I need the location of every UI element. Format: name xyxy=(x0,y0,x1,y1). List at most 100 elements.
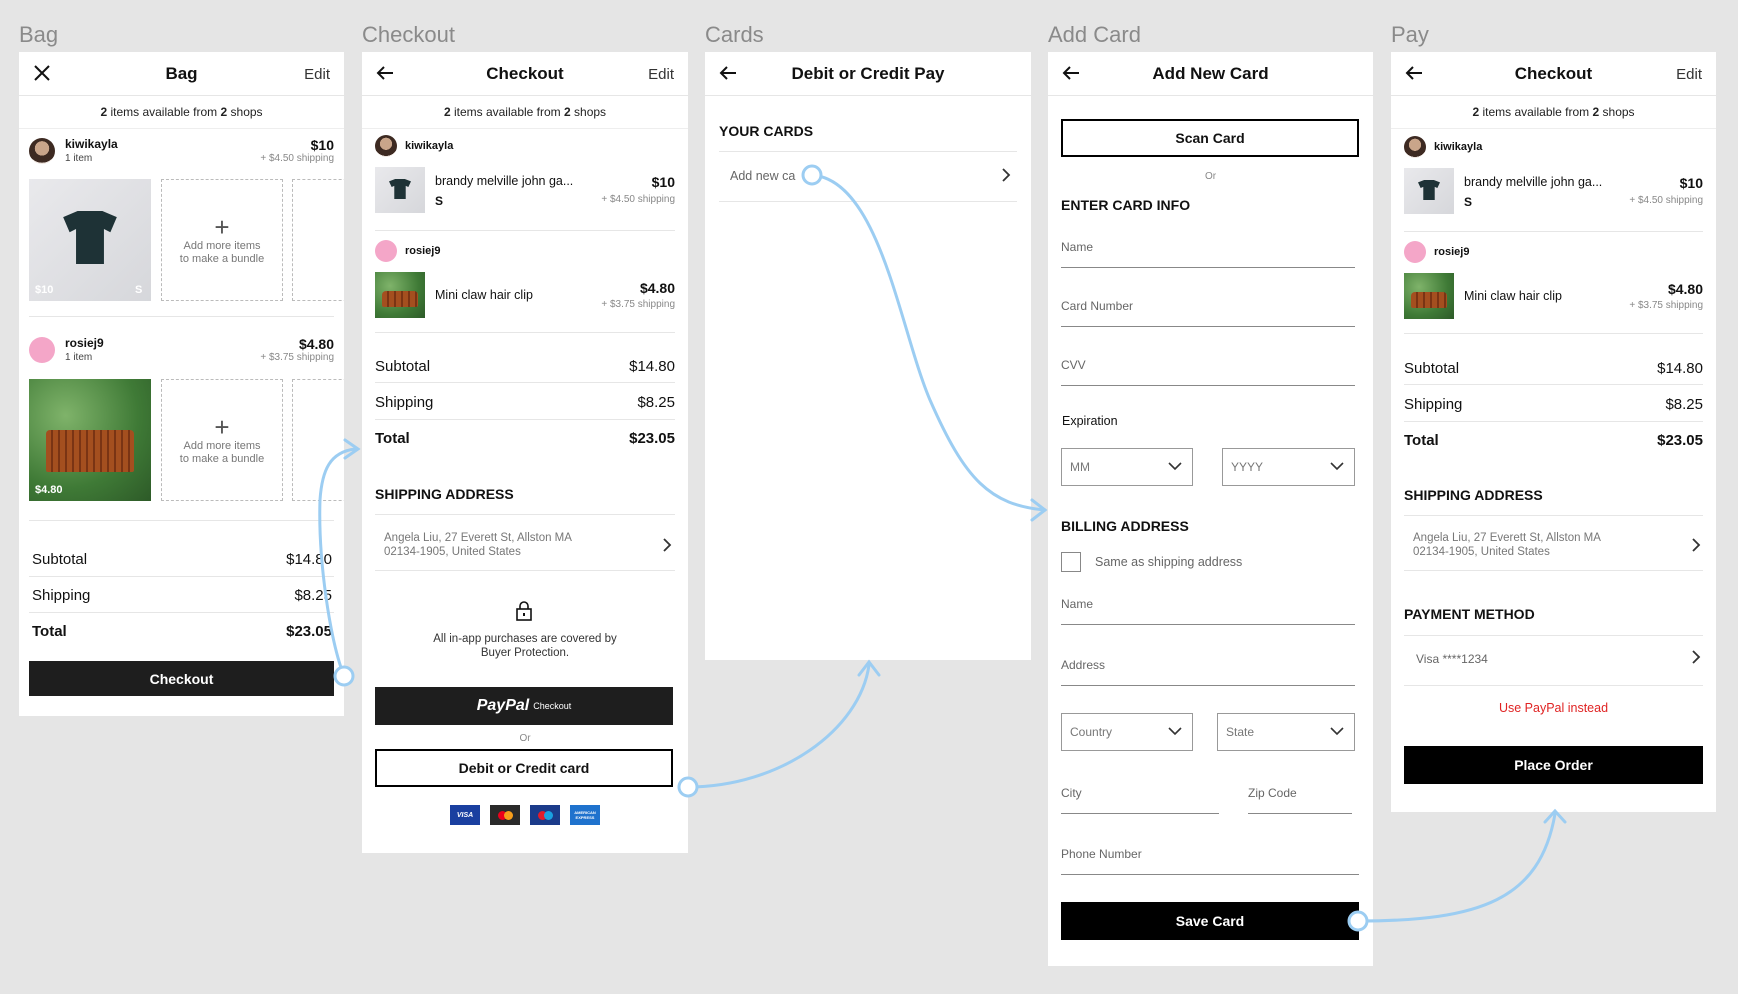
edit-button[interactable]: Edit xyxy=(1676,66,1702,83)
frame-label-cards: Cards xyxy=(705,22,764,47)
seller-name[interactable]: kiwikayla xyxy=(65,137,118,151)
seller-row: kiwikayla xyxy=(1404,136,1482,158)
item-shipping: + $4.50 shipping xyxy=(1629,195,1703,206)
chevron-right-icon[interactable] xyxy=(1001,167,1011,183)
cards-screen: Debit or Credit Pay YOUR CARDS Add new c… xyxy=(705,52,1031,660)
back-arrow-icon[interactable] xyxy=(717,62,739,84)
items-summary: 2 items available from 2 shops xyxy=(1391,96,1716,129)
phone-number-field[interactable]: Phone Number xyxy=(1061,847,1359,875)
checkout-button[interactable]: Checkout xyxy=(29,661,334,696)
item-price: $10 xyxy=(651,174,675,190)
bag-header: Bag Edit xyxy=(19,52,344,96)
same-as-shipping-checkbox[interactable] xyxy=(1061,552,1081,572)
zip-code-field[interactable]: Zip Code xyxy=(1248,786,1352,814)
place-order-button[interactable]: Place Order xyxy=(1404,746,1703,784)
edit-button[interactable]: Edit xyxy=(648,66,674,83)
chevron-down-icon xyxy=(1168,727,1182,736)
or-divider: Or xyxy=(1204,171,1217,182)
seller-name[interactable]: kiwikayla xyxy=(1434,141,1482,153)
total-row: Total $23.05 xyxy=(375,430,675,447)
item-shipping: + $3.75 shipping xyxy=(260,352,334,363)
debit-credit-card-button[interactable]: Debit or Credit card xyxy=(375,749,673,787)
payment-card-item[interactable]: Visa ****1234 xyxy=(1416,652,1488,666)
price-tag: $4.80 xyxy=(35,484,63,496)
product-image[interactable] xyxy=(29,179,151,301)
state-select[interactable]: State xyxy=(1217,713,1355,751)
items-summary: 2 items available from 2 shops xyxy=(362,96,688,129)
checkout-screen: Checkout Edit 2 items available from 2 s… xyxy=(362,52,688,853)
bag-screen: Bag Edit 2 items available from 2 shops … xyxy=(19,52,344,716)
flow-arrow-addcard-to-pay xyxy=(1356,812,1557,923)
chevron-down-icon xyxy=(1330,462,1344,471)
cards-header: Debit or Credit Pay xyxy=(705,52,1031,96)
seller-name[interactable]: rosiej9 xyxy=(1434,246,1469,258)
close-icon[interactable] xyxy=(31,62,53,84)
add-items-bundle-tile[interactable]: + Add more items to make a bundle xyxy=(161,379,283,501)
item-name: brandy melville john ga... xyxy=(1464,175,1603,189)
subtotal-row: Subtotal $14.80 xyxy=(32,551,332,568)
page-title: Debit or Credit Pay xyxy=(791,63,945,83)
add-card-screen: Add New Card Scan Card Or ENTER CARD INF… xyxy=(1048,52,1373,966)
seller-name[interactable]: rosiej9 xyxy=(65,336,104,350)
shop-group-kiwikayla: kiwikayla 1 item $10 + $4.50 shipping xyxy=(29,137,334,164)
back-arrow-icon[interactable] xyxy=(1403,62,1425,84)
billing-name-field[interactable]: Name xyxy=(1061,597,1355,625)
seller-name[interactable]: rosiej9 xyxy=(405,245,440,257)
expiration-label: Expiration xyxy=(1062,414,1118,428)
country-select[interactable]: Country xyxy=(1061,713,1193,751)
city-field[interactable]: City xyxy=(1061,786,1219,814)
edit-button[interactable]: Edit xyxy=(304,66,330,83)
mastercard-icon xyxy=(490,805,520,825)
card-name-field[interactable]: Name xyxy=(1061,240,1355,268)
shipping-address[interactable]: Angela Liu, 27 Everett St, Allston MA 021… xyxy=(1413,531,1601,559)
save-card-button[interactable]: Save Card xyxy=(1061,902,1359,940)
chevron-right-icon[interactable] xyxy=(662,537,672,553)
back-arrow-icon[interactable] xyxy=(374,62,396,84)
payment-method-title: PAYMENT METHOD xyxy=(1404,606,1535,622)
chevron-down-icon xyxy=(1168,462,1182,471)
item-shipping: + $4.50 shipping xyxy=(260,153,334,164)
cvv-field[interactable]: CVV xyxy=(1061,358,1355,386)
avatar xyxy=(375,240,397,262)
item-size: S xyxy=(1464,195,1473,209)
use-paypal-link[interactable]: Use PayPal instead xyxy=(1391,701,1716,715)
frame-label-add-card: Add Card xyxy=(1048,22,1141,47)
product-image[interactable] xyxy=(29,379,151,501)
product-thumbnail[interactable] xyxy=(1404,168,1454,214)
back-arrow-icon[interactable] xyxy=(1060,62,1082,84)
avatar xyxy=(1404,136,1426,158)
item-price: $10 xyxy=(310,137,334,153)
item-price: $4.80 xyxy=(639,280,675,296)
seller-name[interactable]: kiwikayla xyxy=(405,140,453,152)
page-title: Add New Card xyxy=(1152,63,1269,83)
chevron-right-icon[interactable] xyxy=(1691,649,1701,665)
product-thumbnail[interactable] xyxy=(1404,273,1454,319)
avatar xyxy=(29,137,55,164)
add-items-bundle-tile[interactable]: + Add more items to make a bundle xyxy=(161,179,283,301)
scan-card-button[interactable]: Scan Card xyxy=(1061,119,1359,157)
card-number-field[interactable]: Card Number xyxy=(1061,299,1355,327)
bundle-tile-partial xyxy=(292,379,344,501)
enter-card-info-title: ENTER CARD INFO xyxy=(1061,197,1191,213)
chevron-right-icon[interactable] xyxy=(1691,537,1701,553)
add-new-card-item[interactable]: Add new ca xyxy=(730,169,795,183)
your-cards-title: YOUR CARDS xyxy=(719,123,814,139)
item-size: S xyxy=(435,194,444,208)
month-select[interactable]: MM xyxy=(1061,448,1193,486)
year-select[interactable]: YYYY xyxy=(1222,448,1355,486)
avatar xyxy=(1404,241,1426,263)
shipping-address[interactable]: Angela Liu, 27 Everett St, Allston MA 021… xyxy=(384,531,572,559)
amex-icon: AMERICAN EXPRESS xyxy=(570,805,600,825)
paypal-checkout-button[interactable]: PayPal Checkout xyxy=(375,687,673,725)
product-thumbnail[interactable] xyxy=(375,167,425,213)
address-field[interactable]: Address xyxy=(1061,658,1355,686)
frame-label-checkout: Checkout xyxy=(362,22,455,47)
chevron-down-icon xyxy=(1330,727,1344,736)
page-title: Checkout xyxy=(486,63,564,83)
avatar xyxy=(375,135,397,157)
lock-icon xyxy=(516,601,532,621)
product-thumbnail[interactable] xyxy=(375,272,425,318)
frame-label-bag: Bag xyxy=(19,22,59,47)
subtotal-row: Subtotal $14.80 xyxy=(1404,360,1703,377)
billing-address-title: BILLING ADDRESS xyxy=(1061,518,1189,534)
